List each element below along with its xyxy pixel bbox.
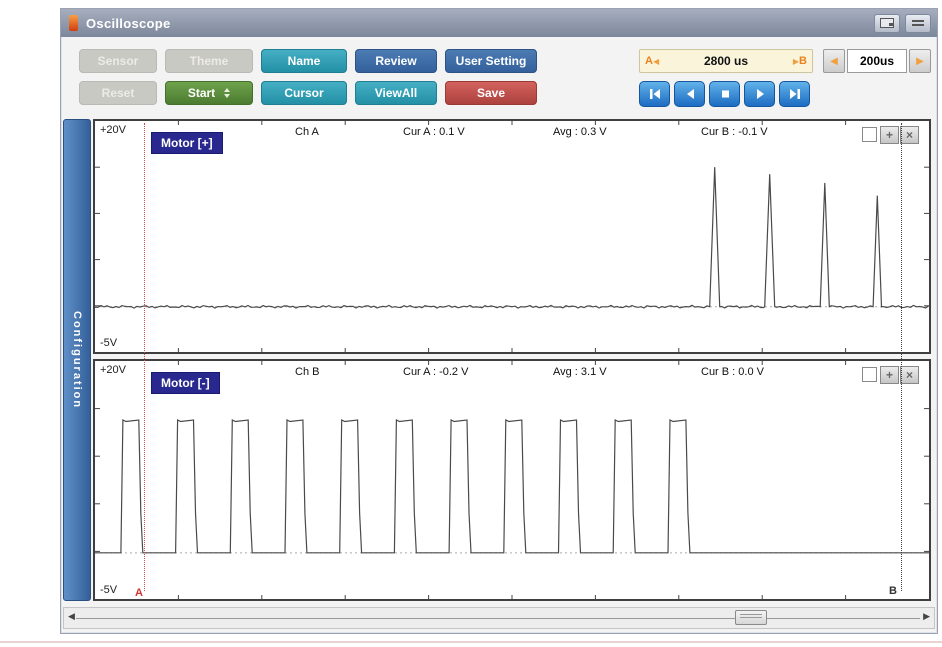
window-title: Oscilloscope [86,16,869,31]
window-restore-button[interactable] [874,14,900,33]
channel-a-cursor-a-value: Cur A : 0.1 V [403,126,465,138]
channel-a-waveform [95,121,929,352]
channel-a-checkbox[interactable] [862,127,877,142]
right-arrow-icon: ▶ [916,56,924,67]
channel-a-panel: +20V -5V Motor [+] Ch A Cur A : 0.1 V Av… [93,119,931,354]
restore-icon [880,18,894,28]
sensor-button: Sensor [79,49,157,73]
minimize-icon [912,20,924,26]
timebase-increase-button[interactable]: ▶ [909,49,931,73]
cursor-b-label: B [889,585,897,597]
channel-b-bottom-scale: -5V [100,584,117,596]
ab-interval-value: 2800 us [659,54,793,68]
playback-skip-start-button[interactable] [639,81,670,107]
save-button[interactable]: Save [445,81,537,105]
playback-play-button[interactable] [744,81,775,107]
user-setting-button[interactable]: User Setting [445,49,537,73]
window-minimize-button[interactable] [905,14,931,33]
channel-b-checkbox[interactable] [862,367,877,382]
channel-b-top-scale: +20V [100,364,126,376]
timebase-value: 200us [847,49,907,73]
step-back-icon [683,87,697,101]
cursor-button[interactable]: Cursor [261,81,347,105]
cursor-a-marker: A [645,55,653,67]
channel-b-label: Ch B [295,366,319,378]
channel-b-cursor-a-value: Cur A : -0.2 V [403,366,468,378]
channel-a-cursor-b-value: Cur B : -0.1 V [701,126,768,138]
skip-end-icon [788,87,802,101]
channel-b-panel: +20V -5V Motor [-] Ch B Cur A : -0.2 V A… [93,359,931,601]
timebase-decrease-button[interactable]: ◀ [823,49,845,73]
start-spinner-icon[interactable] [224,88,230,98]
channel-b-avg-value: Avg : 3.1 V [553,366,607,378]
review-button[interactable]: Review [355,49,437,73]
oscilloscope-window: Oscilloscope Sensor Theme Name Review User S… [60,8,938,634]
stop-icon [718,87,732,101]
page-bottom-divider [0,641,942,643]
channel-a-add-button[interactable]: + [880,126,899,144]
configuration-tab[interactable]: Configuration [63,119,91,601]
app-icon [69,15,78,31]
channel-b-add-button[interactable]: + [880,366,899,384]
reset-button: Reset [79,81,157,105]
playback-skip-end-button[interactable] [779,81,810,107]
channel-a-top-scale: +20V [100,124,126,136]
cursor-b-line[interactable] [901,123,902,591]
ab-interval-control[interactable]: A ◀ 2800 us ▶ B [639,49,813,73]
skip-start-icon [648,87,662,101]
scrollbar-right-arrow-icon[interactable]: ▶ [923,611,930,622]
channel-a-close-button[interactable]: × [900,126,919,144]
titlebar: Oscilloscope [61,9,937,37]
channel-a-label: Ch A [295,126,319,138]
scrollbar-left-arrow-icon[interactable]: ◀ [68,611,75,622]
viewall-button[interactable]: ViewAll [355,81,437,105]
channel-b-name-badge[interactable]: Motor [-] [151,372,220,394]
play-icon [753,87,767,101]
left-arrow-icon: ◀ [830,56,838,67]
channel-b-cursor-b-value: Cur B : 0.0 V [701,366,764,378]
start-button[interactable]: Start [165,81,253,105]
cursor-b-marker: B [799,55,807,67]
channel-b-close-button[interactable]: × [900,366,919,384]
playback-stop-button[interactable] [709,81,740,107]
cursor-a-line[interactable] [144,123,145,591]
playback-step-back-button[interactable] [674,81,705,107]
channel-a-avg-value: Avg : 0.3 V [553,126,607,138]
scrollbar-track-line [76,618,920,619]
cursor-a-label: A [135,587,143,599]
name-button[interactable]: Name [261,49,347,73]
channel-b-waveform [95,361,929,599]
horizontal-scrollbar[interactable]: ◀ ▶ [63,607,935,629]
theme-button: Theme [165,49,253,73]
scrollbar-thumb[interactable] [735,610,767,625]
channels-area: +20V -5V Motor [+] Ch A Cur A : 0.1 V Av… [93,119,931,601]
channel-a-name-badge[interactable]: Motor [+] [151,132,223,154]
channel-a-bottom-scale: -5V [100,337,117,349]
